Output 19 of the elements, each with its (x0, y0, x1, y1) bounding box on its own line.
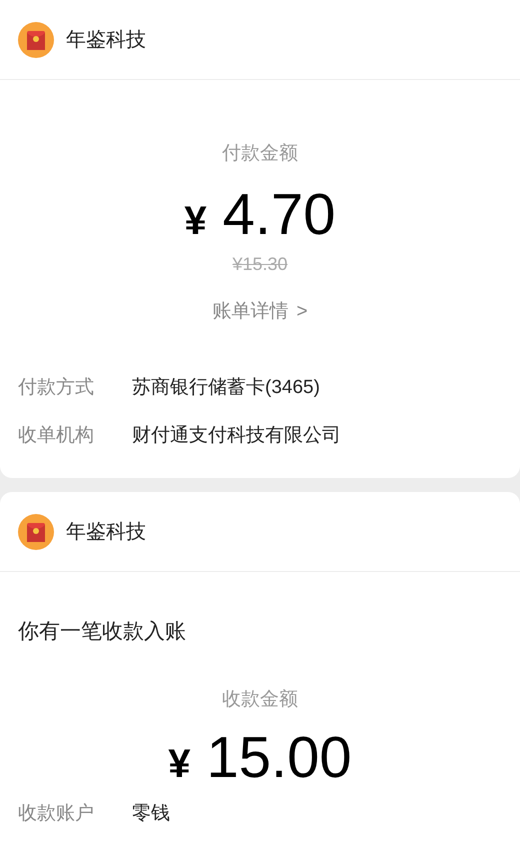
envelope-logo-icon (18, 22, 54, 58)
receipt-message: 你有一笔收款入账 (17, 619, 187, 645)
amount: 15.00 (206, 726, 352, 790)
amount: 4.70 (222, 182, 336, 246)
row-value: 苏商银行储蓄卡(3465) (132, 376, 320, 400)
row-label: 付款方式 (18, 376, 95, 400)
bill-details-link[interactable]: 账单详情 > (212, 298, 308, 326)
amount-label: 付款金额 (222, 142, 298, 166)
row-label: 收款账户 (18, 802, 95, 826)
envelope-logo-icon (18, 514, 54, 550)
original-amount: ¥15.30 (232, 252, 288, 276)
currency-symbol: ¥ (168, 741, 191, 788)
row-value: 财付通支付科技有限公司 (132, 424, 341, 448)
currency-symbol: ¥ (184, 198, 207, 244)
merchant-name: 年鉴科技 (66, 28, 146, 52)
merchant-name: 年鉴科技 (66, 520, 146, 544)
row-value: 零钱 (132, 802, 170, 826)
row-label: 收单机构 (18, 424, 95, 448)
amount-label: 收款金额 (222, 688, 298, 712)
